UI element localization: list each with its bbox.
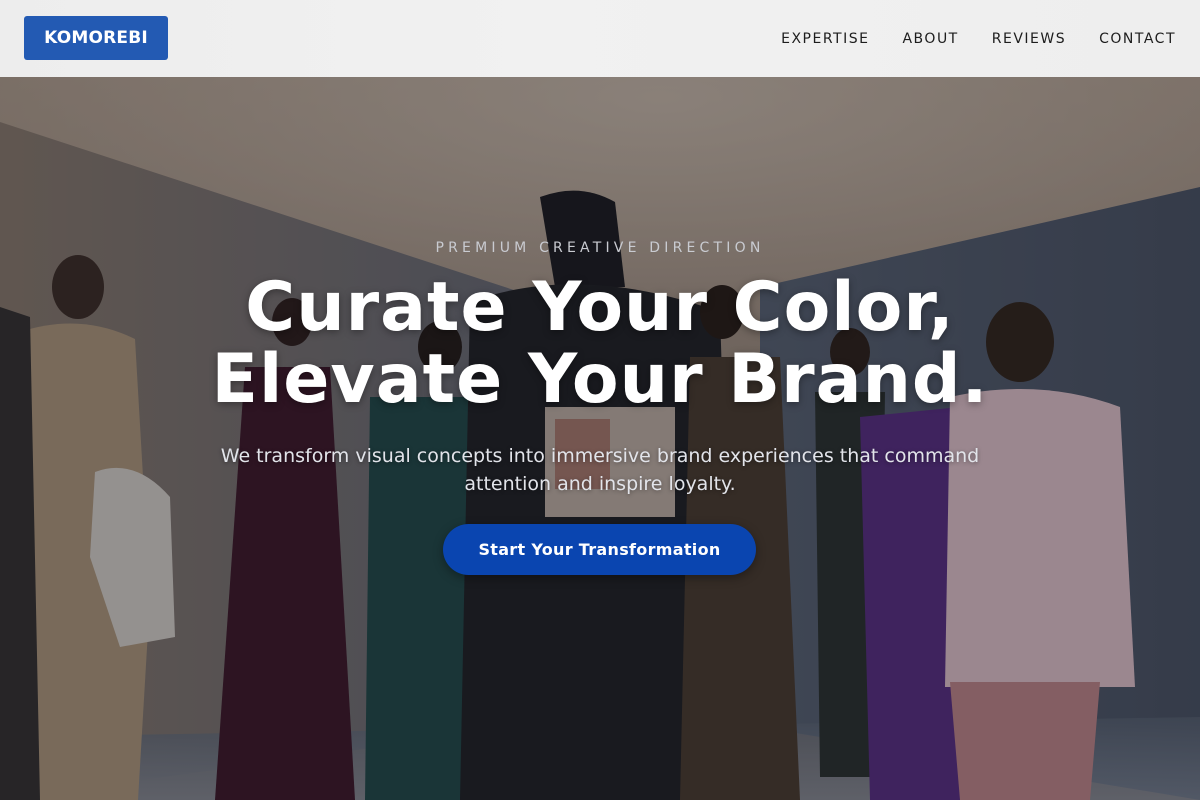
hero-headline: Curate Your Color, Elevate Your Brand. bbox=[0, 272, 1200, 416]
hero-section bbox=[0, 77, 1200, 800]
nav-item-expertise[interactable]: EXPERTISE bbox=[781, 31, 869, 47]
hero-headline-line-2: Elevate Your Brand. bbox=[211, 340, 989, 419]
nav-item-about[interactable]: ABOUT bbox=[902, 31, 958, 47]
hero-headline-line-1: Curate Your Color, bbox=[245, 268, 955, 347]
start-transformation-button[interactable]: Start Your Transformation bbox=[443, 524, 756, 575]
brand-logo[interactable]: KOMOREBI bbox=[24, 16, 168, 60]
hero-dark-overlay bbox=[0, 77, 1200, 800]
site-header: KOMOREBI EXPERTISE ABOUT REVIEWS CONTACT bbox=[0, 0, 1200, 77]
hero-subheadline: We transform visual concepts into immers… bbox=[220, 445, 980, 495]
nav-item-contact[interactable]: CONTACT bbox=[1099, 31, 1176, 47]
main-nav: EXPERTISE ABOUT REVIEWS CONTACT bbox=[781, 0, 1176, 77]
nav-item-reviews[interactable]: REVIEWS bbox=[992, 31, 1066, 47]
hero-eyebrow: PREMIUM CREATIVE DIRECTION bbox=[435, 240, 765, 256]
